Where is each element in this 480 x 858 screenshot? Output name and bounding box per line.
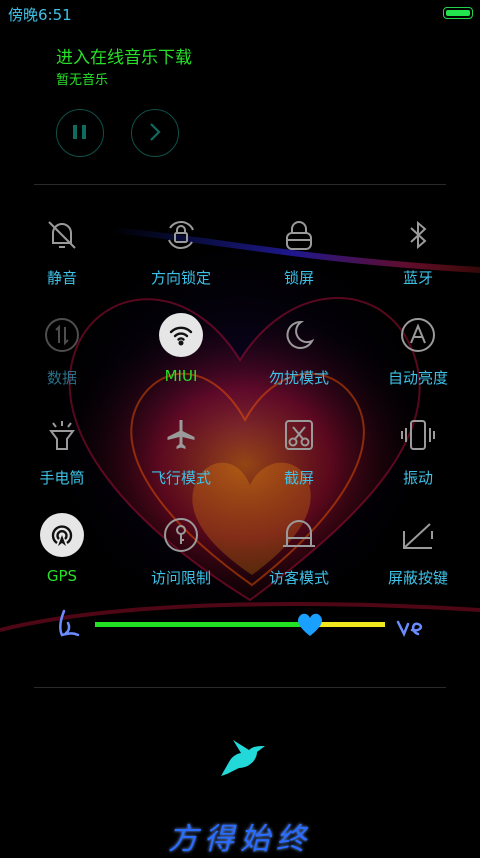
toggle-label: 截屏	[283, 469, 314, 487]
toggle-mute[interactable]: 静音	[12, 213, 112, 303]
toggle-label: 自动亮度	[387, 369, 448, 387]
screenshot-scissors-icon	[277, 413, 321, 457]
lock-icon	[277, 213, 321, 257]
bluetooth-icon	[396, 213, 440, 257]
toggle-label: 勿扰模式	[268, 369, 329, 387]
toggle-label: 手电筒	[39, 469, 85, 487]
toggle-flashlight[interactable]: 手电筒	[12, 413, 112, 503]
toggle-label: 振动	[402, 469, 433, 487]
status-time: 傍晚6:51	[8, 6, 72, 24]
toggle-label: 静音	[46, 269, 77, 287]
signature-text: 方得始终	[168, 822, 312, 857]
keys-disabled-icon	[396, 513, 440, 557]
toggle-screenshot[interactable]: 截屏	[249, 413, 349, 503]
pause-icon	[73, 125, 86, 139]
toggle-mobile-data[interactable]: 数据	[12, 313, 112, 403]
toggle-label: 蓝牙	[402, 269, 433, 287]
toggle-rotation-lock[interactable]: 方向锁定	[131, 213, 231, 303]
battery-icon	[443, 7, 473, 19]
toggle-label: 访客模式	[268, 569, 329, 587]
brightness-fill	[95, 622, 310, 627]
toggle-lock-screen[interactable]: 锁屏	[249, 213, 349, 303]
toggle-label: GPS	[46, 567, 78, 585]
airplane-icon	[159, 413, 203, 457]
bell-off-icon	[40, 213, 84, 257]
toggle-label: 方向锁定	[150, 269, 211, 287]
guest-icon	[277, 513, 321, 557]
brightness-slider[interactable]	[95, 622, 385, 627]
toggle-auto-brightness[interactable]: 自动亮度	[368, 313, 468, 403]
toggle-label: 屏蔽按键	[387, 569, 448, 587]
mobile-data-icon	[40, 313, 84, 357]
toggle-label: MIUI	[164, 367, 198, 385]
key-icon	[159, 513, 203, 557]
toggle-access-restriction[interactable]: 访问限制	[131, 513, 231, 603]
toggle-airplane[interactable]: 飞行模式	[131, 413, 231, 503]
toggle-label: 访问限制	[150, 569, 211, 587]
toggle-vibrate[interactable]: 振动	[368, 413, 468, 503]
toggle-bluetooth[interactable]: 蓝牙	[368, 213, 468, 303]
toggle-label: 锁屏	[283, 269, 314, 287]
moon-icon	[277, 313, 321, 357]
toggle-gps[interactable]: GPS	[12, 513, 112, 603]
gps-icon	[40, 513, 84, 557]
hummingbird-icon	[219, 738, 267, 784]
brightness-high-icon	[396, 612, 426, 642]
toggle-guest-mode[interactable]: 访客模式	[249, 513, 349, 603]
brightness-heart-knob[interactable]	[295, 609, 325, 639]
next-button[interactable]	[131, 109, 179, 157]
music-status: 暂无音乐	[56, 73, 109, 88]
vibrate-icon	[396, 413, 440, 457]
music-download-link[interactable]: 进入在线音乐下载	[56, 43, 192, 68]
toggle-block-keys[interactable]: 屏蔽按键	[368, 513, 468, 603]
rotation-lock-icon	[159, 213, 203, 257]
chevron-right-icon	[150, 123, 161, 141]
toggle-wifi[interactable]: MIUI	[131, 313, 231, 403]
flashlight-icon	[40, 413, 84, 457]
battery-level	[446, 10, 470, 16]
divider-bottom	[34, 687, 446, 688]
pause-button[interactable]	[56, 109, 104, 157]
brightness-low-icon	[54, 607, 82, 643]
toggle-label: 飞行模式	[150, 469, 211, 487]
wifi-icon	[159, 313, 203, 357]
divider-top	[34, 184, 446, 185]
auto-brightness-icon	[396, 313, 440, 357]
toggle-do-not-disturb[interactable]: 勿扰模式	[249, 313, 349, 403]
toggle-label: 数据	[46, 369, 77, 387]
